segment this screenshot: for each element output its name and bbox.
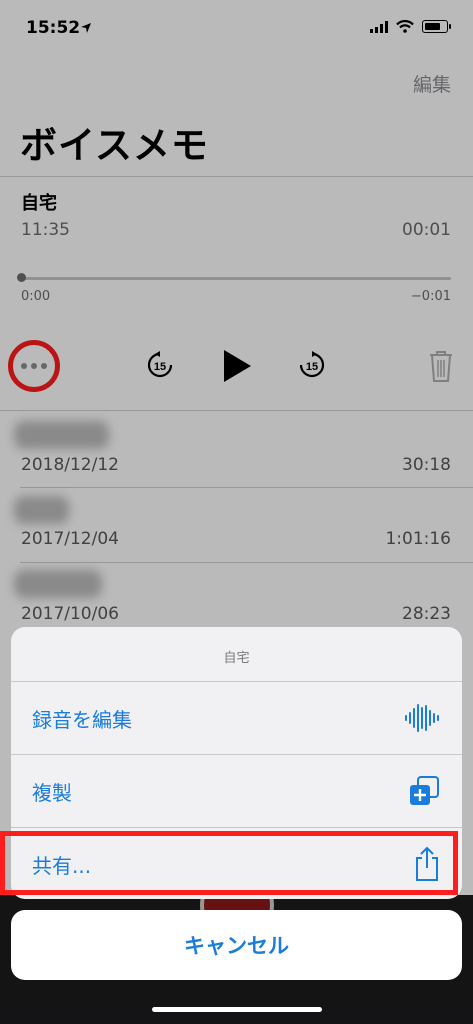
waveform-icon (405, 704, 439, 732)
duplicate-icon (410, 776, 439, 805)
edit-recording-label: 録音を編集 (32, 707, 132, 732)
duplicate-label: 複製 (32, 780, 72, 805)
share-highlight-box (0, 831, 458, 895)
duplicate-action[interactable]: 複製 (11, 755, 462, 827)
cancel-button[interactable]: キャンセル (11, 910, 462, 980)
edit-recording-action[interactable]: 録音を編集 (11, 682, 462, 754)
home-indicator (152, 1007, 322, 1012)
action-sheet-title: 自宅 (223, 651, 250, 666)
